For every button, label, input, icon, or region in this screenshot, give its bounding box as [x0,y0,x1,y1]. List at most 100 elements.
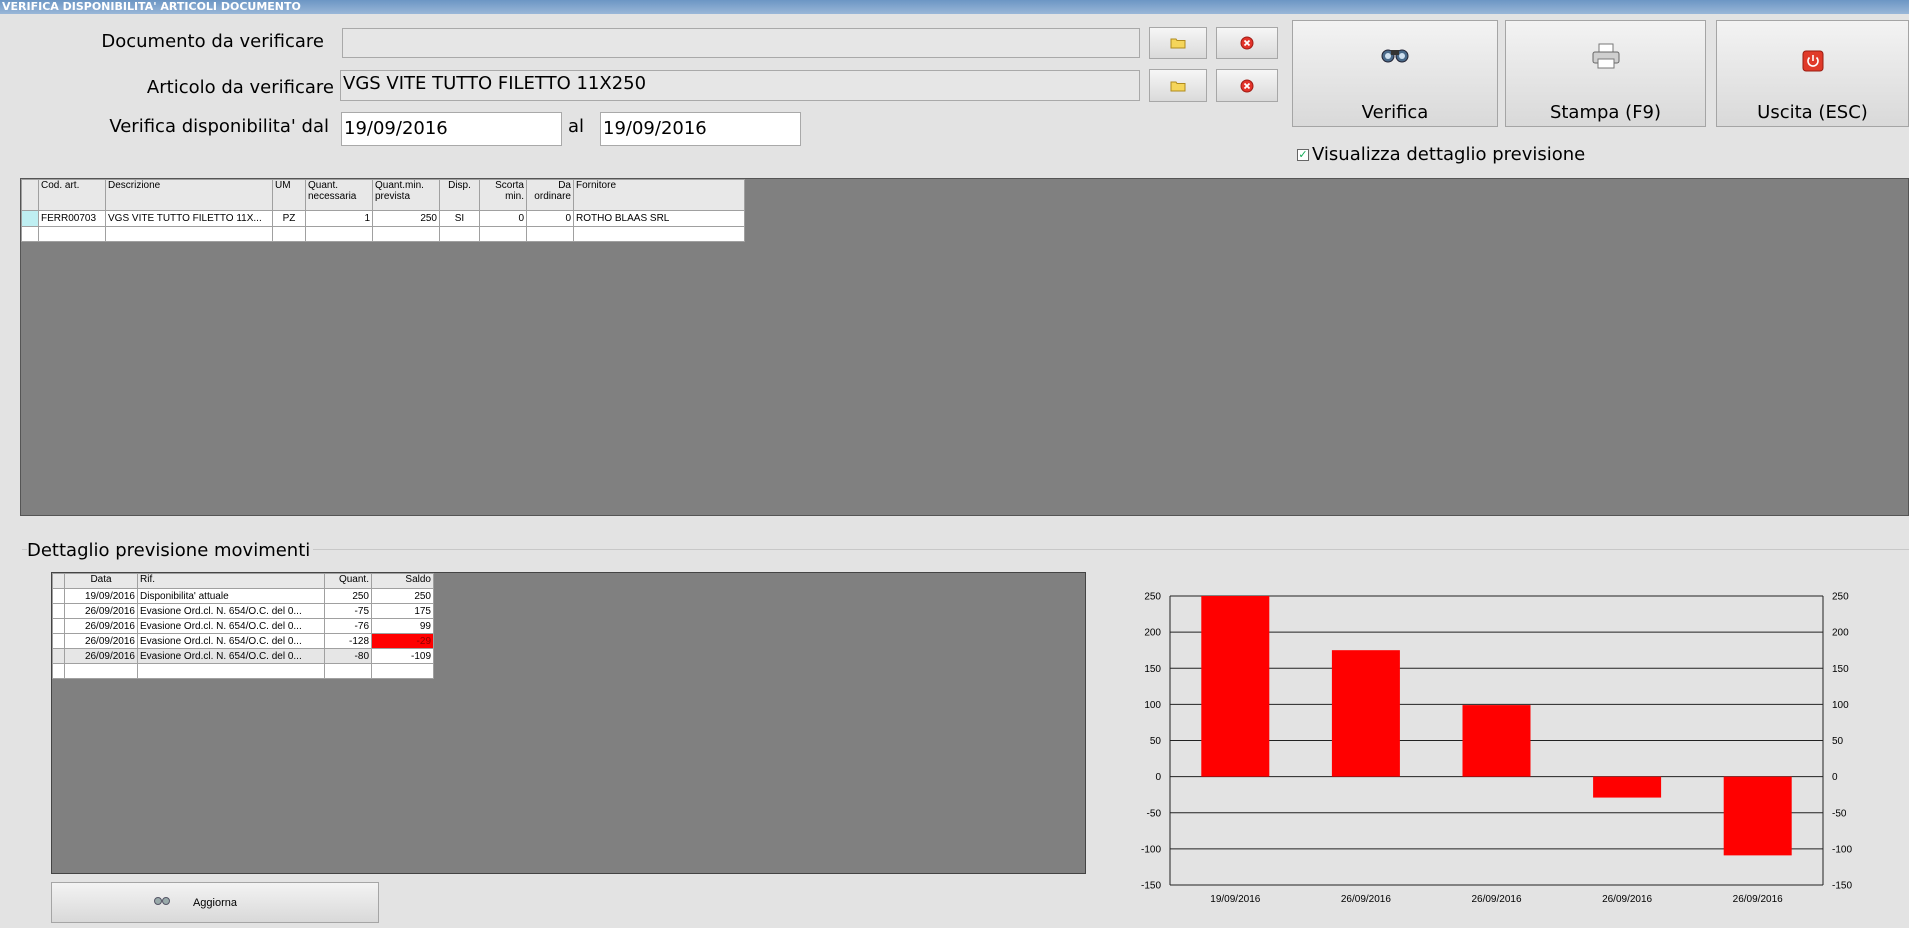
row-selector[interactable] [52,663,65,679]
articolo-label: Articolo da verificare [146,77,334,98]
cell[interactable]: 99 [371,618,434,634]
cell[interactable]: 0 [479,210,527,227]
y2-tick-label: 150 [1832,664,1849,675]
cell[interactable]: Evasione Ord.cl. N. 654/O.C. del 0... [137,633,325,649]
verifica-button[interactable]: Verifica [1292,20,1498,127]
cell[interactable] [38,226,106,242]
col-header[interactable]: Cod. art. [38,179,106,211]
cell[interactable]: 26/09/2016 [64,633,138,649]
cell[interactable] [324,663,372,679]
y-tick-label: 200 [1144,628,1161,639]
cell[interactable]: -76 [324,618,372,634]
saldo-bar-chart: -150 -150 -100 -100 -50 -50 0 0 50 50 100 100 150 150… [1141,592,1852,906]
cell[interactable]: 250 [324,588,372,604]
articolo-field[interactable]: VGS VITE TUTTO FILETTO 11X250 [340,70,1140,101]
col-header[interactable]: Fornitore [573,179,745,211]
row-selector[interactable] [52,633,65,649]
col-header[interactable]: Saldo [371,573,434,589]
row-selector[interactable] [52,648,65,664]
cell[interactable]: VGS VITE TUTTO FILETTO 11X... [105,210,273,227]
row-selector[interactable] [52,588,65,604]
table-row-empty[interactable] [21,226,745,242]
cell[interactable]: SI [439,210,480,227]
col-header[interactable]: UM [272,179,306,211]
cell[interactable]: -80 [324,648,372,664]
table-row[interactable]: 26/09/2016 Evasione Ord.cl. N. 654/O.C. … [52,633,434,649]
row-selector[interactable] [52,603,65,619]
table-row[interactable]: 26/09/2016 Evasione Ord.cl. N. 654/O.C. … [52,648,434,664]
row-selector[interactable] [21,226,39,242]
cell[interactable]: ROTHO BLAAS SRL [573,210,745,227]
table-row-empty[interactable] [52,663,434,679]
cell[interactable] [479,226,527,242]
col-header[interactable]: Scorta min. [479,179,527,211]
articolo-clear-button[interactable] [1216,69,1278,102]
table-row[interactable]: FERR00703 VGS VITE TUTTO FILETTO 11X... … [21,210,745,227]
aggiorna-label: Aggiorna [192,896,238,909]
al-date-field[interactable]: 19/09/2016 [600,112,801,146]
row-selector[interactable] [52,618,65,634]
negative-saldo-cell[interactable]: -29 [371,633,434,649]
documento-label: Documento da verificare [101,31,324,52]
clear-icon [1240,79,1254,92]
table-row[interactable]: 19/09/2016 Disponibilita' attuale 250 25… [52,588,434,604]
cell[interactable]: Evasione Ord.cl. N. 654/O.C. del 0... [137,603,325,619]
detail-table: Data Rif. Quant. Saldo 19/09/2016 Dispon… [52,573,434,679]
cell[interactable] [272,226,306,242]
cell[interactable]: 19/09/2016 [64,588,138,604]
uscita-button[interactable]: Uscita (ESC) [1716,20,1909,127]
binoculars-icon [1381,49,1409,63]
cell[interactable]: PZ [272,210,306,227]
table-row[interactable]: 26/09/2016 Evasione Ord.cl. N. 654/O.C. … [52,603,434,619]
cell[interactable]: 26/09/2016 [64,618,138,634]
cell[interactable]: FERR00703 [38,210,106,227]
documento-clear-button[interactable] [1216,27,1278,59]
dettaglio-checkbox[interactable]: ✓ Visualizza dettaglio previsione [1297,144,1585,165]
documento-browse-button[interactable] [1149,27,1207,59]
cell[interactable]: 26/09/2016 [64,603,138,619]
stampa-button[interactable]: Stampa (F9) [1505,20,1706,127]
documento-field[interactable] [342,28,1140,58]
y2-tick-label: -100 [1832,844,1852,855]
cell[interactable]: Evasione Ord.cl. N. 654/O.C. del 0... [137,648,325,664]
col-header[interactable]: Quant. necessaria [305,179,373,211]
table-row[interactable]: 26/09/2016 Evasione Ord.cl. N. 654/O.C. … [52,618,434,634]
row-selector[interactable] [21,210,39,227]
cell[interactable]: 250 [372,210,440,227]
folder-icon [1170,81,1186,91]
x-tick-label: 26/09/2016 [1341,894,1391,905]
cell[interactable]: 26/09/2016 [64,648,138,664]
cell[interactable]: Evasione Ord.cl. N. 654/O.C. del 0... [137,618,325,634]
x-tick-label: 26/09/2016 [1602,894,1652,905]
col-header[interactable]: Rif. [137,573,325,589]
col-header[interactable]: Da ordinare [526,179,574,211]
col-header[interactable]: Quant. [324,573,372,589]
y-tick-label: -150 [1141,881,1161,892]
dal-date-field[interactable]: 19/09/2016 [341,112,562,146]
cell[interactable]: 0 [526,210,574,227]
col-header[interactable]: Disp. [439,179,480,211]
col-header[interactable]: Descrizione [105,179,273,211]
cell[interactable] [371,663,434,679]
checkbox-check-icon[interactable]: ✓ [1297,148,1309,161]
cell[interactable]: 1 [305,210,373,227]
cell[interactable] [105,226,273,242]
col-header[interactable]: Data [64,573,138,589]
uscita-label: Uscita (ESC) [1757,102,1868,123]
cell[interactable] [137,663,325,679]
articolo-browse-button[interactable] [1149,69,1207,102]
cell[interactable]: -75 [324,603,372,619]
cell[interactable]: -109 [371,648,434,664]
cell[interactable] [439,226,480,242]
cell[interactable]: 175 [371,603,434,619]
cell[interactable]: -128 [324,633,372,649]
cell[interactable] [573,226,745,242]
cell[interactable] [305,226,373,242]
cell[interactable] [526,226,574,242]
cell[interactable]: Disponibilita' attuale [137,588,325,604]
aggiorna-button[interactable]: Aggiorna [51,882,379,923]
cell[interactable]: 250 [371,588,434,604]
col-header[interactable]: Quant.min. prevista [372,179,440,211]
cell[interactable] [372,226,440,242]
cell[interactable] [64,663,138,679]
